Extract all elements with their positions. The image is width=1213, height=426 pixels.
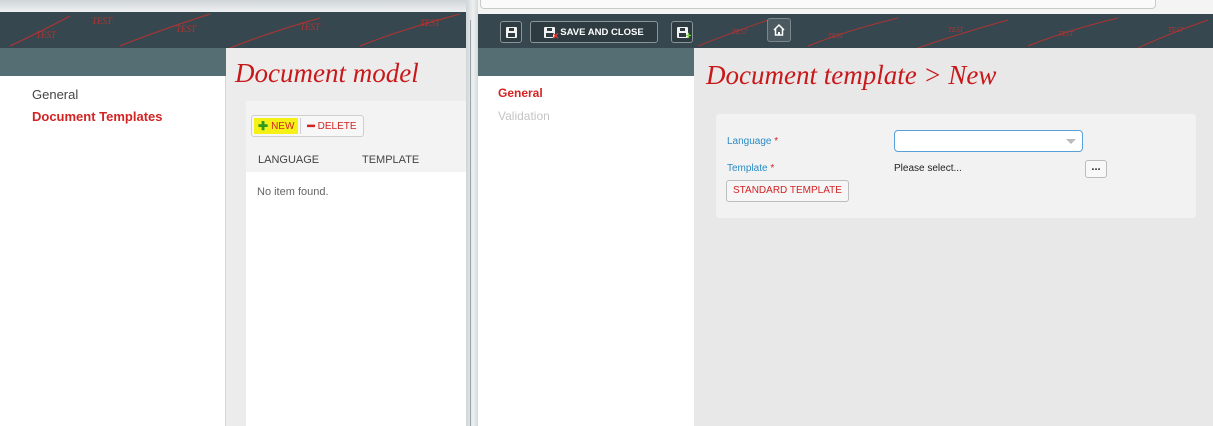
- sidebar-item-document-templates[interactable]: Document Templates: [0, 106, 225, 128]
- divider-line: [470, 20, 471, 426]
- standard-template-button[interactable]: STANDARD TEMPLATE: [726, 180, 849, 202]
- watermark-text: TEST: [1168, 26, 1185, 34]
- templates-panel: ✚ NEW ━ DELETE LANGUAGE TEMPLATE No item…: [246, 101, 466, 426]
- watermark-text: TEST: [36, 30, 57, 40]
- left-sidebar: General Document Templates: [0, 76, 226, 426]
- app-header: TEST TEST TEST TEST TEST: [0, 12, 466, 48]
- minus-icon: ━: [307, 119, 315, 133]
- main-content: Document model ✚ NEW ━ DELETE LANGUAGE T…: [226, 48, 466, 426]
- save-close-icon: ✕: [544, 26, 559, 40]
- template-label-text: Template: [727, 163, 768, 174]
- new-button-label: NEW: [271, 120, 295, 132]
- window-divider: [466, 0, 478, 426]
- nav-subbar: [0, 48, 226, 76]
- save-and-new-button[interactable]: +: [671, 21, 693, 43]
- right-sidebar: General Validation: [478, 76, 694, 426]
- window-top-edge: [478, 0, 1213, 14]
- required-mark: *: [770, 163, 775, 174]
- column-header-template[interactable]: TEMPLATE: [362, 154, 419, 166]
- language-label: Language *: [727, 136, 778, 147]
- save-button[interactable]: [500, 21, 522, 43]
- page-title: Document model: [235, 58, 419, 88]
- list-toolbar: ✚ NEW ━ DELETE: [251, 115, 364, 137]
- language-label-text: Language: [727, 136, 772, 147]
- new-button[interactable]: ✚ NEW: [254, 118, 299, 134]
- save-new-icon: +: [676, 26, 692, 41]
- sidebar-item-general[interactable]: General: [0, 84, 225, 106]
- watermark-text: TEST: [300, 22, 321, 32]
- save-and-close-label: SAVE AND CLOSE: [560, 26, 644, 38]
- table-header: LANGUAGE TEMPLATE: [258, 154, 419, 166]
- delete-button-label: DELETE: [317, 120, 357, 132]
- save-icon: [505, 26, 517, 38]
- sidebar-item-general[interactable]: General: [478, 82, 694, 105]
- template-value: Please select...: [894, 163, 962, 174]
- document-template-window: TEST TEST TEST TEST TEST ✕ SAVE AND CLOS…: [478, 0, 1213, 426]
- watermark-text: TEST: [732, 28, 749, 36]
- template-form: Language * Template * Please select... .…: [716, 114, 1196, 218]
- header-watermark-pattern: TEST TEST TEST TEST TEST: [9, 13, 461, 48]
- watermark-text: TEST: [92, 16, 113, 26]
- watermark-text: TEST: [828, 32, 845, 40]
- main-content: Document template > New Language * Templ…: [694, 48, 1213, 426]
- home-button[interactable]: [767, 18, 791, 42]
- address-bar-edge: [480, 0, 1156, 9]
- toolbar-divider: [300, 118, 302, 134]
- watermark-text: TEST: [176, 24, 197, 34]
- browse-template-button[interactable]: ...: [1085, 160, 1107, 178]
- dropdown-arrow-icon: [1066, 139, 1076, 144]
- language-select[interactable]: [894, 130, 1083, 152]
- home-icon: [773, 23, 785, 36]
- plus-icon: ✚: [258, 119, 269, 133]
- templates-list: No item found.: [246, 172, 466, 426]
- delete-button[interactable]: ━ DELETE: [303, 118, 360, 134]
- page-title: Document template > New: [706, 60, 997, 90]
- watermark-text: TEST: [948, 26, 965, 34]
- empty-message: No item found.: [257, 186, 329, 198]
- watermark-text: TEST: [1058, 30, 1075, 38]
- column-header-language[interactable]: LANGUAGE: [258, 154, 362, 166]
- save-and-close-button[interactable]: ✕ SAVE AND CLOSE: [530, 21, 658, 43]
- screen: TEST TEST TEST TEST TEST General Documen…: [0, 0, 1213, 426]
- required-mark: *: [774, 136, 779, 147]
- window-top-edge: [0, 0, 466, 12]
- watermark-text: TEST: [420, 18, 441, 28]
- document-model-window: TEST TEST TEST TEST TEST General Documen…: [0, 0, 466, 426]
- template-label: Template *: [727, 163, 774, 174]
- sidebar-item-validation[interactable]: Validation: [478, 105, 694, 128]
